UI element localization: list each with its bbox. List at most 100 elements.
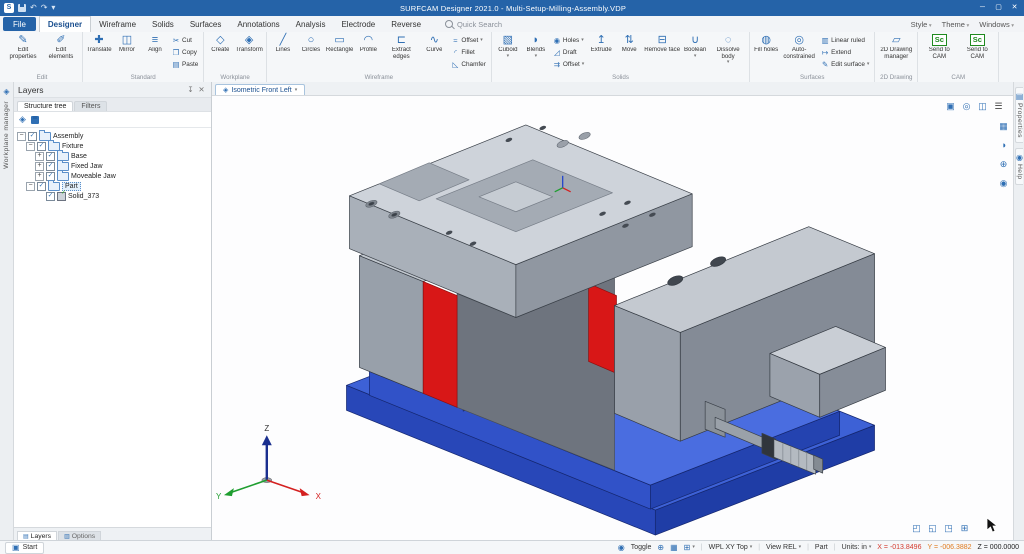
ribbon-button-chamfer[interactable]: ◺ Chamfer <box>448 58 489 70</box>
panel-tab-filters[interactable]: Filters <box>74 101 108 111</box>
ribbon-button-fill-holes[interactable]: ◍ Fill holes <box>752 33 780 74</box>
ribbon-button-curve[interactable]: ∿ Curve <box>420 33 448 74</box>
ribbon-button-transform[interactable]: ◈ Transform <box>234 33 264 74</box>
ribbon-button-auto-constrained[interactable]: ◎ Auto-constrained <box>780 33 818 74</box>
panel-close-icon[interactable]: ✕ <box>196 85 207 94</box>
ribbon-button-boolean[interactable]: ∪ Boolean ▾ <box>681 33 709 74</box>
menu-tab-wireframe[interactable]: Wireframe <box>91 16 144 32</box>
tree-expand-toggle[interactable]: + <box>35 161 44 171</box>
menu-tab-designer[interactable]: Designer <box>38 16 92 32</box>
ribbon-button-linear-ruled[interactable]: ▥ Linear ruled <box>818 34 872 46</box>
close-button[interactable]: ✕ <box>1007 2 1022 14</box>
pin-icon[interactable]: ↧ <box>185 85 196 94</box>
ribbon-button-send-to-cam[interactable]: Sc Send to CAM <box>920 33 958 74</box>
tree-expand-toggle[interactable]: + <box>35 151 44 161</box>
menu-item-windows[interactable]: Windows <box>979 20 1014 29</box>
grid-icon[interactable]: ▦ <box>670 543 678 552</box>
units-selector[interactable]: Units: in ▾ <box>842 544 872 551</box>
shading-icon[interactable]: ▦ <box>997 120 1010 133</box>
tree-expand-toggle[interactable]: + <box>35 171 44 181</box>
axis-lock-selector[interactable]: ⊞ ▾ <box>684 543 695 552</box>
tree-row-fixed-jaw[interactable]: + ✓ Fixed Jaw <box>14 160 211 171</box>
ribbon-button-holes[interactable]: ◉ Holes ▾ <box>550 34 587 46</box>
menu-item-style[interactable]: Style <box>911 20 932 29</box>
menu-tab-solids[interactable]: Solids <box>144 16 182 32</box>
ribbon-button-edit-surface[interactable]: ✎ Edit surface ▾ <box>818 58 872 70</box>
tree-row-moveable-jaw[interactable]: + ✓ Moveable Jaw <box>14 170 211 181</box>
view-tab-caret-icon[interactable]: ▾ <box>295 87 298 93</box>
quick-search[interactable]: Quick Search <box>445 16 502 32</box>
orbit-icon[interactable]: ◎ <box>960 100 973 113</box>
tree-expand-toggle[interactable]: − <box>26 181 35 191</box>
layers-stack-icon[interactable]: ◈ <box>19 114 26 125</box>
view-cube-icon[interactable]: ▣ <box>944 100 957 113</box>
workplane-selector[interactable]: WPL XY Top ▾ <box>709 544 753 551</box>
ribbon-button-copy[interactable]: ❐ Copy <box>169 46 201 58</box>
ribbon-button-align[interactable]: ≡ Align <box>141 33 169 74</box>
measure-icon[interactable]: ◉ <box>997 177 1010 190</box>
menu-tab-annotations[interactable]: Annotations <box>229 16 287 32</box>
tree-expand-toggle[interactable]: − <box>17 131 26 141</box>
ribbon-button-mirror[interactable]: ◫ Mirror <box>113 33 141 74</box>
ribbon-button-paste[interactable]: ▤ Paste <box>169 58 201 70</box>
toggle-icon[interactable]: ◉ <box>618 543 625 552</box>
save-layers-icon[interactable] <box>30 115 39 124</box>
menu-tab-electrode[interactable]: Electrode <box>333 16 383 32</box>
ribbon-button-profile[interactable]: ◠ Profile <box>354 33 382 74</box>
ribbon-button-extract-edges[interactable]: ⊏ Extract edges <box>382 33 420 74</box>
ribbon-button-blends[interactable]: ◗ Blends ▾ <box>522 33 550 74</box>
tree-checkbox[interactable]: ✓ <box>46 161 55 171</box>
maximize-button[interactable]: ▢ <box>991 2 1006 14</box>
select-crossing-icon[interactable]: ◱ <box>926 522 939 535</box>
view-tab[interactable]: ◈ Isometric Front Left ▾ <box>215 84 306 95</box>
ribbon-button-offset[interactable]: ⇉ Offset ▾ <box>550 58 587 70</box>
zoom-fit-icon[interactable]: ⊕ <box>997 158 1010 171</box>
undo-icon[interactable]: ↶ <box>30 3 37 13</box>
file-menu-button[interactable]: File <box>3 17 36 31</box>
ribbon-button-edit-elements[interactable]: ✐ Edit elements <box>42 33 80 74</box>
model-canvas[interactable]: Z X Y ▣ ◎ ◫ ☰ ▦ ◑ ⊕ ◉ ◰ ◱ ◳ ⊞ <box>212 96 1013 541</box>
panel-tab-structure-tree[interactable]: Structure tree <box>17 101 74 111</box>
ribbon-button-circles[interactable]: ○ Circles <box>297 33 325 74</box>
tree-row-base[interactable]: + ✓ Base <box>14 150 211 161</box>
help-tab[interactable]: ◉ Help <box>1015 147 1023 185</box>
properties-tab[interactable]: ▤ Properties <box>1014 87 1024 143</box>
ribbon-button-create[interactable]: ◇ Create <box>206 33 234 74</box>
select-all-icon[interactable]: ⊞ <box>958 522 971 535</box>
tree-row-assembly[interactable]: − ✓ Assembly <box>14 130 211 141</box>
tree-checkbox[interactable]: ✓ <box>28 131 37 141</box>
ribbon-button-fillet[interactable]: ◜ Fillet <box>448 46 489 58</box>
tree-checkbox[interactable]: ✓ <box>37 141 46 151</box>
ribbon-button-move[interactable]: ⇅ Move <box>615 33 643 74</box>
pan-icon[interactable]: ◫ <box>976 100 989 113</box>
minimize-button[interactable]: ─ <box>975 2 990 14</box>
menu-tab-analysis[interactable]: Analysis <box>288 16 334 32</box>
select-window-icon[interactable]: ◰ <box>910 522 923 535</box>
redo-icon[interactable]: ↷ <box>41 3 48 13</box>
ribbon-button-dissolve-body[interactable]: ◌ Dissolve body ▾ <box>709 33 747 74</box>
save-icon[interactable] <box>18 4 26 12</box>
start-button[interactable]: ▣ Start <box>5 541 45 554</box>
ribbon-button-cuboid[interactable]: ▧ Cuboid ▾ <box>494 33 522 74</box>
viewport-menu-icon[interactable]: ☰ <box>992 100 1005 113</box>
ribbon-button-cut[interactable]: ✂ Cut <box>169 34 201 46</box>
tree-checkbox[interactable]: ✓ <box>46 191 55 201</box>
view-mode-selector[interactable]: View REL ▾ <box>766 544 801 551</box>
workplane-manager-tab[interactable]: Workplane manager <box>3 101 10 169</box>
ribbon-button-extend[interactable]: ↦ Extend <box>818 46 872 58</box>
tree-row-part[interactable]: − ✓ Part <box>14 180 211 191</box>
ribbon-button-extrude[interactable]: ↥ Extrude <box>587 33 615 74</box>
menu-item-theme[interactable]: Theme <box>942 20 970 29</box>
ribbon-button-send-to-cam[interactable]: Sc Send to CAM <box>958 33 996 74</box>
qat-dropdown-icon[interactable]: ▾ <box>51 3 55 13</box>
ribbon-button-edit-properties[interactable]: ✎ Edit properties <box>4 33 42 74</box>
menu-tab-reverse[interactable]: Reverse <box>383 16 429 32</box>
menu-tab-surfaces[interactable]: Surfaces <box>182 16 230 32</box>
tree-checkbox[interactable]: ✓ <box>46 151 55 161</box>
ribbon-button-2d-drawing-manager[interactable]: ▱ 2D Drawing manager <box>877 33 915 74</box>
visibility-icon[interactable]: ◑ <box>997 139 1010 152</box>
tree-row-solid-373[interactable]: ✓ Solid_373 <box>14 189 211 201</box>
tree-row-fixture[interactable]: − ✓ Fixture <box>14 140 211 151</box>
snap-icon[interactable]: ⊕ <box>657 543 664 552</box>
tree-expand-toggle[interactable]: − <box>26 141 35 151</box>
